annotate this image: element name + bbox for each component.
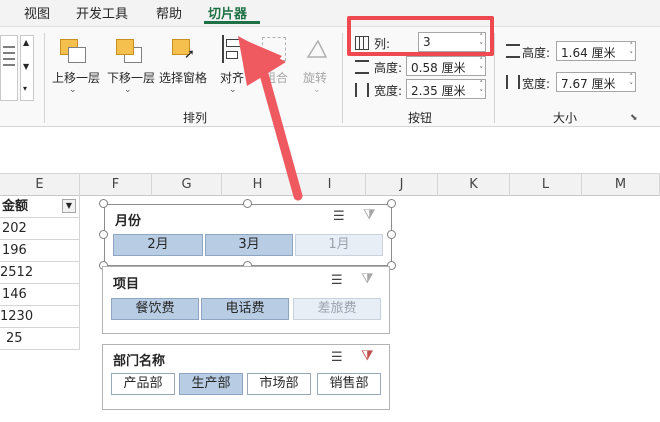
annotation-arrow — [238, 36, 303, 201]
